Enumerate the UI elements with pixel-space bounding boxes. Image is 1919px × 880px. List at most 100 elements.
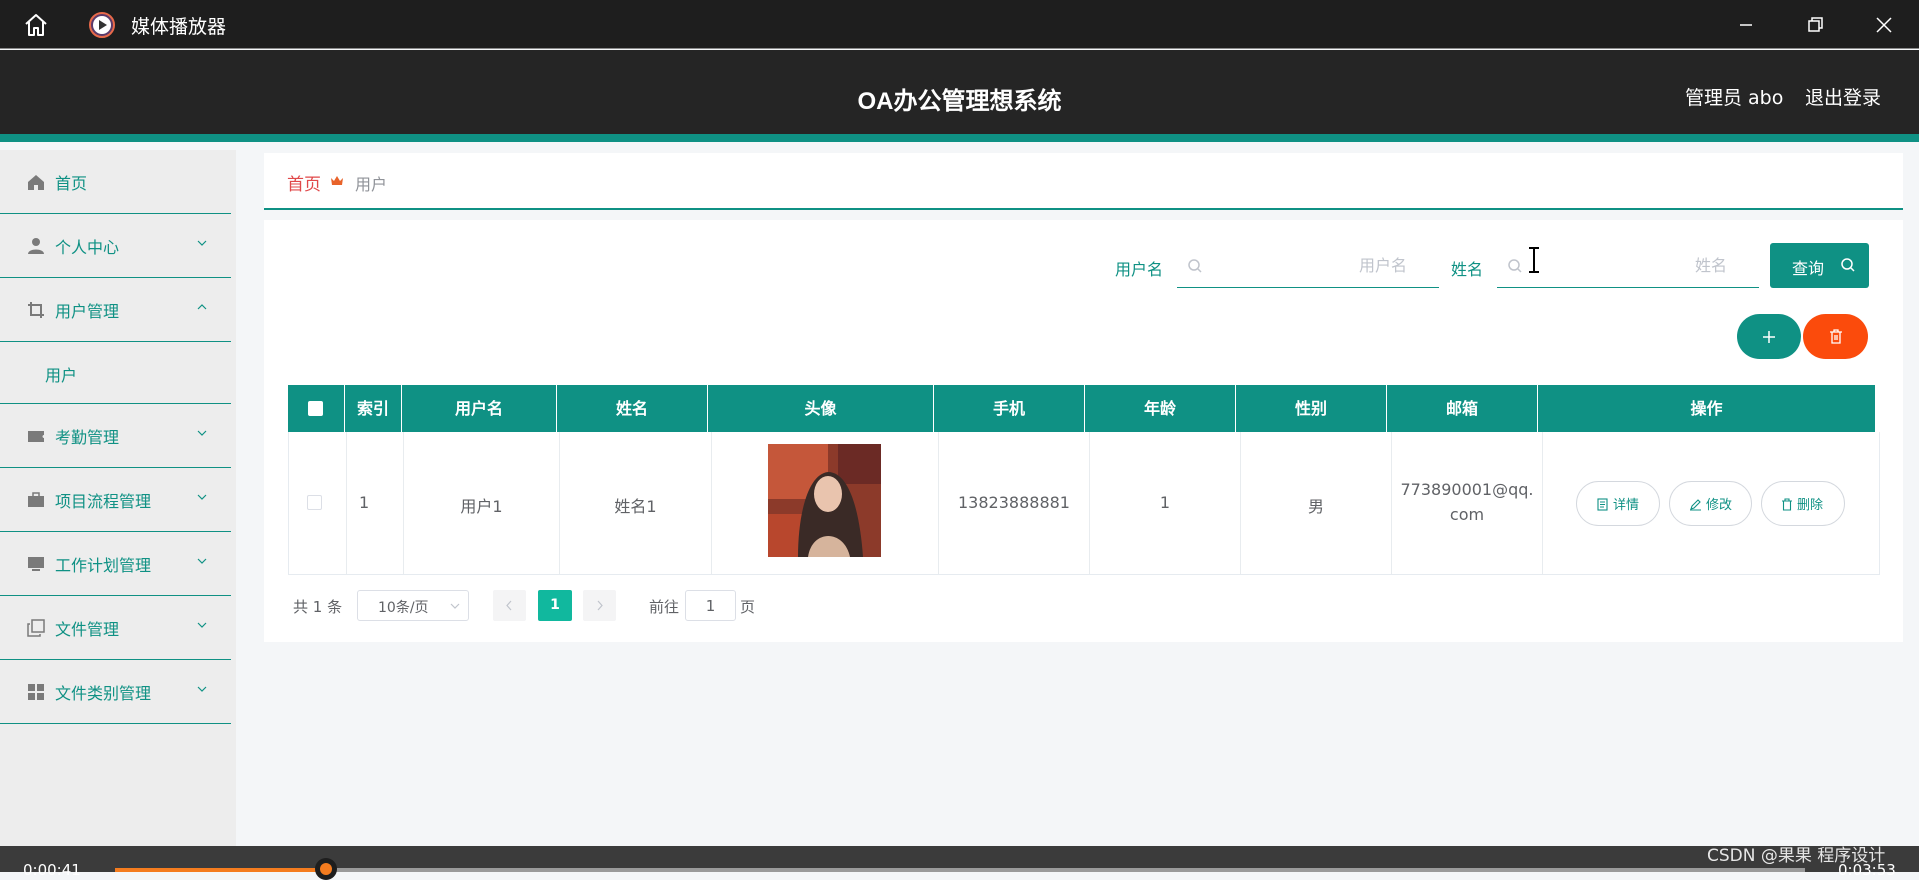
sidebar-item-user-management[interactable]: 用户管理 <box>0 278 231 342</box>
column-header: 年龄 <box>1085 385 1236 432</box>
column-header: 用户名 <box>402 385 557 432</box>
username-cell: 用户1 <box>404 432 560 574</box>
sidebar-item-label: 考勤管理 <box>55 428 120 447</box>
window-title: 媒体播放器 <box>131 16 227 38</box>
page-number-current[interactable]: 1 <box>538 590 572 621</box>
query-button-label: 查询 <box>1792 261 1825 278</box>
sidebar-item-label: 文件类别管理 <box>55 684 152 703</box>
edit-icon <box>1690 499 1701 511</box>
phone-cell: 13823888881 <box>939 432 1090 574</box>
minimize-icon[interactable] <box>1731 10 1761 40</box>
plus-icon <box>1763 331 1775 343</box>
chevron-down-icon <box>197 430 207 436</box>
sidebar-item-label: 工作计划管理 <box>55 556 152 575</box>
query-button[interactable]: 查询 <box>1770 243 1869 288</box>
sidebar-item-label: 项目流程管理 <box>55 492 152 511</box>
sidebar-item-attendance[interactable]: 考勤管理 <box>0 404 231 468</box>
row-checkbox[interactable] <box>307 495 322 510</box>
close-icon[interactable] <box>1869 10 1899 40</box>
column-header: 头像 <box>708 385 934 432</box>
ticket-icon <box>28 431 44 442</box>
window-titlebar: 媒体播放器 <box>0 0 1919 49</box>
goto-page-input[interactable] <box>685 590 736 621</box>
sidebar-item-home[interactable]: 首页 <box>0 150 231 214</box>
column-header: 操作 <box>1690 399 1723 418</box>
chevron-down-icon <box>197 622 207 628</box>
pagination-total: 共 1 条 <box>293 598 343 616</box>
sidebar-item-label: 文件管理 <box>55 620 120 639</box>
edit-button[interactable]: 修改 <box>1669 481 1752 526</box>
user-avatar-image <box>768 444 881 557</box>
seek-bar[interactable] <box>115 858 1805 880</box>
seek-handle[interactable] <box>315 858 338 880</box>
sidebar-item-label: 首页 <box>55 174 88 193</box>
media-player-icon <box>89 12 115 38</box>
restore-icon[interactable] <box>1800 10 1830 40</box>
gender-cell: 男 <box>1241 432 1392 574</box>
user-icon <box>28 238 44 254</box>
sidebar: 首页 个人中心 用户管理 用户 考勤管理 项目流程管理 工作计划管理 文件管理 … <box>0 150 236 846</box>
document-icon <box>1597 498 1608 511</box>
monitor-icon <box>28 557 44 571</box>
text-cursor-icon <box>1529 247 1539 273</box>
username-search-label: 用户名 <box>1115 260 1164 279</box>
name-cell: 姓名1 <box>560 432 712 574</box>
breadcrumb-current: 用户 <box>355 175 388 194</box>
sidebar-item-personal-center[interactable]: 个人中心 <box>0 214 231 278</box>
chevron-down-icon <box>197 240 207 246</box>
detail-button[interactable]: 详情 <box>1576 481 1660 526</box>
media-player-bar: 0:00:41 0:03:53 <box>0 846 1919 880</box>
select-all-checkbox[interactable] <box>308 401 323 416</box>
sidebar-item-label: 用户管理 <box>55 302 120 321</box>
table-header: 索引 用户名 姓名 头像 手机 年龄 性别 邮箱 操作 <box>288 385 1875 432</box>
page-suffix-label: 页 <box>740 598 756 616</box>
chevron-right-icon <box>597 600 603 611</box>
seek-bar-progress <box>115 868 327 872</box>
select-all-column <box>288 385 345 432</box>
next-page-button[interactable] <box>583 590 616 621</box>
breadcrumb-home[interactable]: 首页 <box>287 170 321 195</box>
sidebar-item-label: 个人中心 <box>55 238 120 257</box>
chevron-left-icon <box>506 600 512 611</box>
chevron-down-icon <box>450 603 460 609</box>
home-icon[interactable] <box>22 11 50 39</box>
app-header: OA办公管理想系统 管理员 abo 退出登录 <box>0 50 1919 142</box>
page-size-select[interactable]: 10条/页 <box>357 590 469 621</box>
sidebar-item-file-management[interactable]: 文件管理 <box>0 596 231 660</box>
name-search-label: 姓名 <box>1451 260 1484 279</box>
copy-icon <box>27 619 45 637</box>
sidebar-subitem-users[interactable]: 用户 <box>0 342 231 404</box>
delete-button[interactable]: 删除 <box>1761 481 1845 526</box>
briefcase-icon <box>28 492 44 507</box>
watermark: CSDN @果果 程序设计 <box>1707 846 1886 866</box>
age-cell: 1 <box>1090 432 1241 574</box>
sidebar-item-work-plan[interactable]: 工作计划管理 <box>0 532 231 596</box>
current-user: 管理员 abo <box>1685 87 1784 109</box>
email-cell: 773890001@qq. com <box>1392 432 1543 574</box>
grid-icon <box>28 684 44 700</box>
sidebar-item-file-category[interactable]: 文件类别管理 <box>0 660 231 724</box>
column-header: 邮箱 <box>1387 385 1538 432</box>
chevron-up-icon <box>197 304 207 310</box>
batch-delete-button[interactable] <box>1803 314 1868 359</box>
index-cell: 1 <box>347 432 404 574</box>
column-header: 性别 <box>1236 385 1387 432</box>
search-icon <box>1841 258 1855 272</box>
elapsed-time: 0:00:41 <box>23 861 81 879</box>
username-search-input[interactable] <box>1177 243 1439 287</box>
logout-link[interactable]: 退出登录 <box>1805 83 1881 110</box>
column-header: 姓名 <box>557 385 708 432</box>
breadcrumb: 首页 用户 <box>264 153 1903 210</box>
prev-page-button[interactable] <box>493 590 526 621</box>
trash-icon <box>1782 498 1792 511</box>
column-header: 手机 <box>934 385 1085 432</box>
username-search-field <box>1177 243 1439 288</box>
sidebar-subitem-label: 用户 <box>45 366 78 385</box>
sidebar-item-project-flow[interactable]: 项目流程管理 <box>0 468 231 532</box>
add-button[interactable] <box>1737 314 1801 359</box>
row-select-cell <box>289 432 347 574</box>
column-header: 索引 <box>345 385 402 432</box>
chevron-down-icon <box>197 494 207 500</box>
chevron-down-icon <box>197 558 207 564</box>
trash-icon <box>1830 329 1842 344</box>
